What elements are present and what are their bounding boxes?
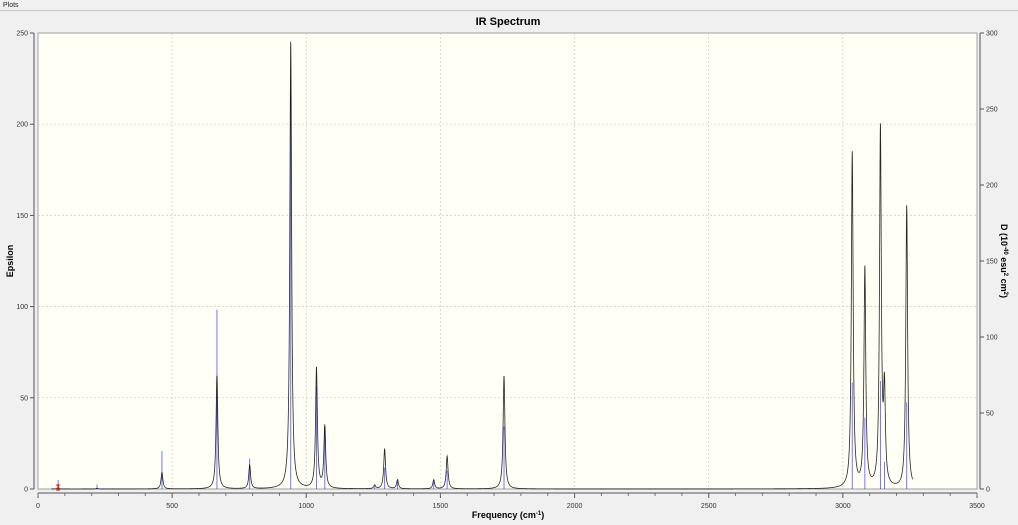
x-tick-label: 3000: [835, 503, 851, 510]
y-axis-label: Epsilon: [5, 245, 15, 278]
y-axis-right-label: D (10-40 esu2 cm2): [999, 224, 1009, 298]
x-tick-label: 0: [36, 503, 40, 510]
x-tick-label: 2500: [701, 503, 717, 510]
y-right-tick-label: 200: [986, 183, 998, 190]
y-tick-label: 150: [16, 213, 28, 220]
x-axis-label: Frequency (cm-1): [472, 510, 544, 520]
y-right-tick-label: 0: [986, 487, 990, 494]
x-tick-label: 1500: [433, 503, 449, 510]
ir-spectrum-chart: IR Spectrum 0 500 1000 1500 2000 2500 3000 3500…: [5, 16, 1009, 520]
chart-title: IR Spectrum: [476, 16, 541, 28]
x-tick-label: 500: [166, 503, 178, 510]
x-tick-label: 3500: [969, 503, 985, 510]
y-tick-label: 50: [20, 395, 28, 402]
y-right-tick-label: 300: [986, 31, 998, 38]
x-tick-label: 2000: [567, 503, 583, 510]
y-right-tick-label: 50: [986, 411, 994, 418]
y-right-tick-label: 100: [986, 335, 998, 342]
y-tick-label: 200: [16, 122, 28, 129]
y-right-tick-label: 250: [986, 107, 998, 114]
plot-area: [37, 32, 978, 490]
y-right-tick-label: 150: [986, 259, 998, 266]
y-tick-label: 100: [16, 304, 28, 311]
y-tick-label: 0: [24, 487, 28, 494]
y-tick-label: 250: [16, 31, 28, 38]
x-tick-label: 1000: [298, 503, 314, 510]
